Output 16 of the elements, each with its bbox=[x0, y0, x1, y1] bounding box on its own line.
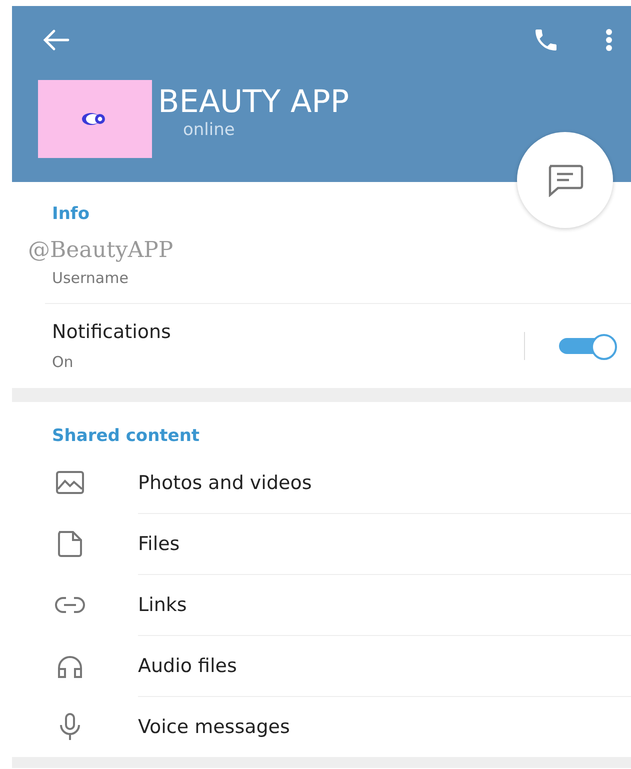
username-label: Username bbox=[52, 269, 130, 287]
section-heading: Info bbox=[51, 204, 91, 224]
section-heading: Shared content bbox=[51, 426, 201, 446]
username-text: @BeautyAPP bbox=[28, 238, 174, 263]
notifications-value: On bbox=[52, 353, 74, 371]
notifications-toggle[interactable] bbox=[559, 334, 619, 358]
shared-item-label[interactable]: Audio files bbox=[138, 655, 237, 677]
chat-title: BEAUTY APP bbox=[158, 84, 350, 120]
shared-item-label[interactable]: Files bbox=[138, 533, 180, 555]
notifications-label: Notifications bbox=[52, 321, 172, 343]
shared-item-label[interactable]: Photos and videos bbox=[138, 472, 312, 494]
more-icon[interactable] bbox=[605, 28, 613, 52]
shared-item-label[interactable]: Links bbox=[138, 594, 187, 616]
status-text: online bbox=[183, 120, 236, 140]
shared-item-label[interactable]: Voice messages bbox=[138, 716, 290, 738]
back-icon[interactable] bbox=[42, 28, 70, 52]
